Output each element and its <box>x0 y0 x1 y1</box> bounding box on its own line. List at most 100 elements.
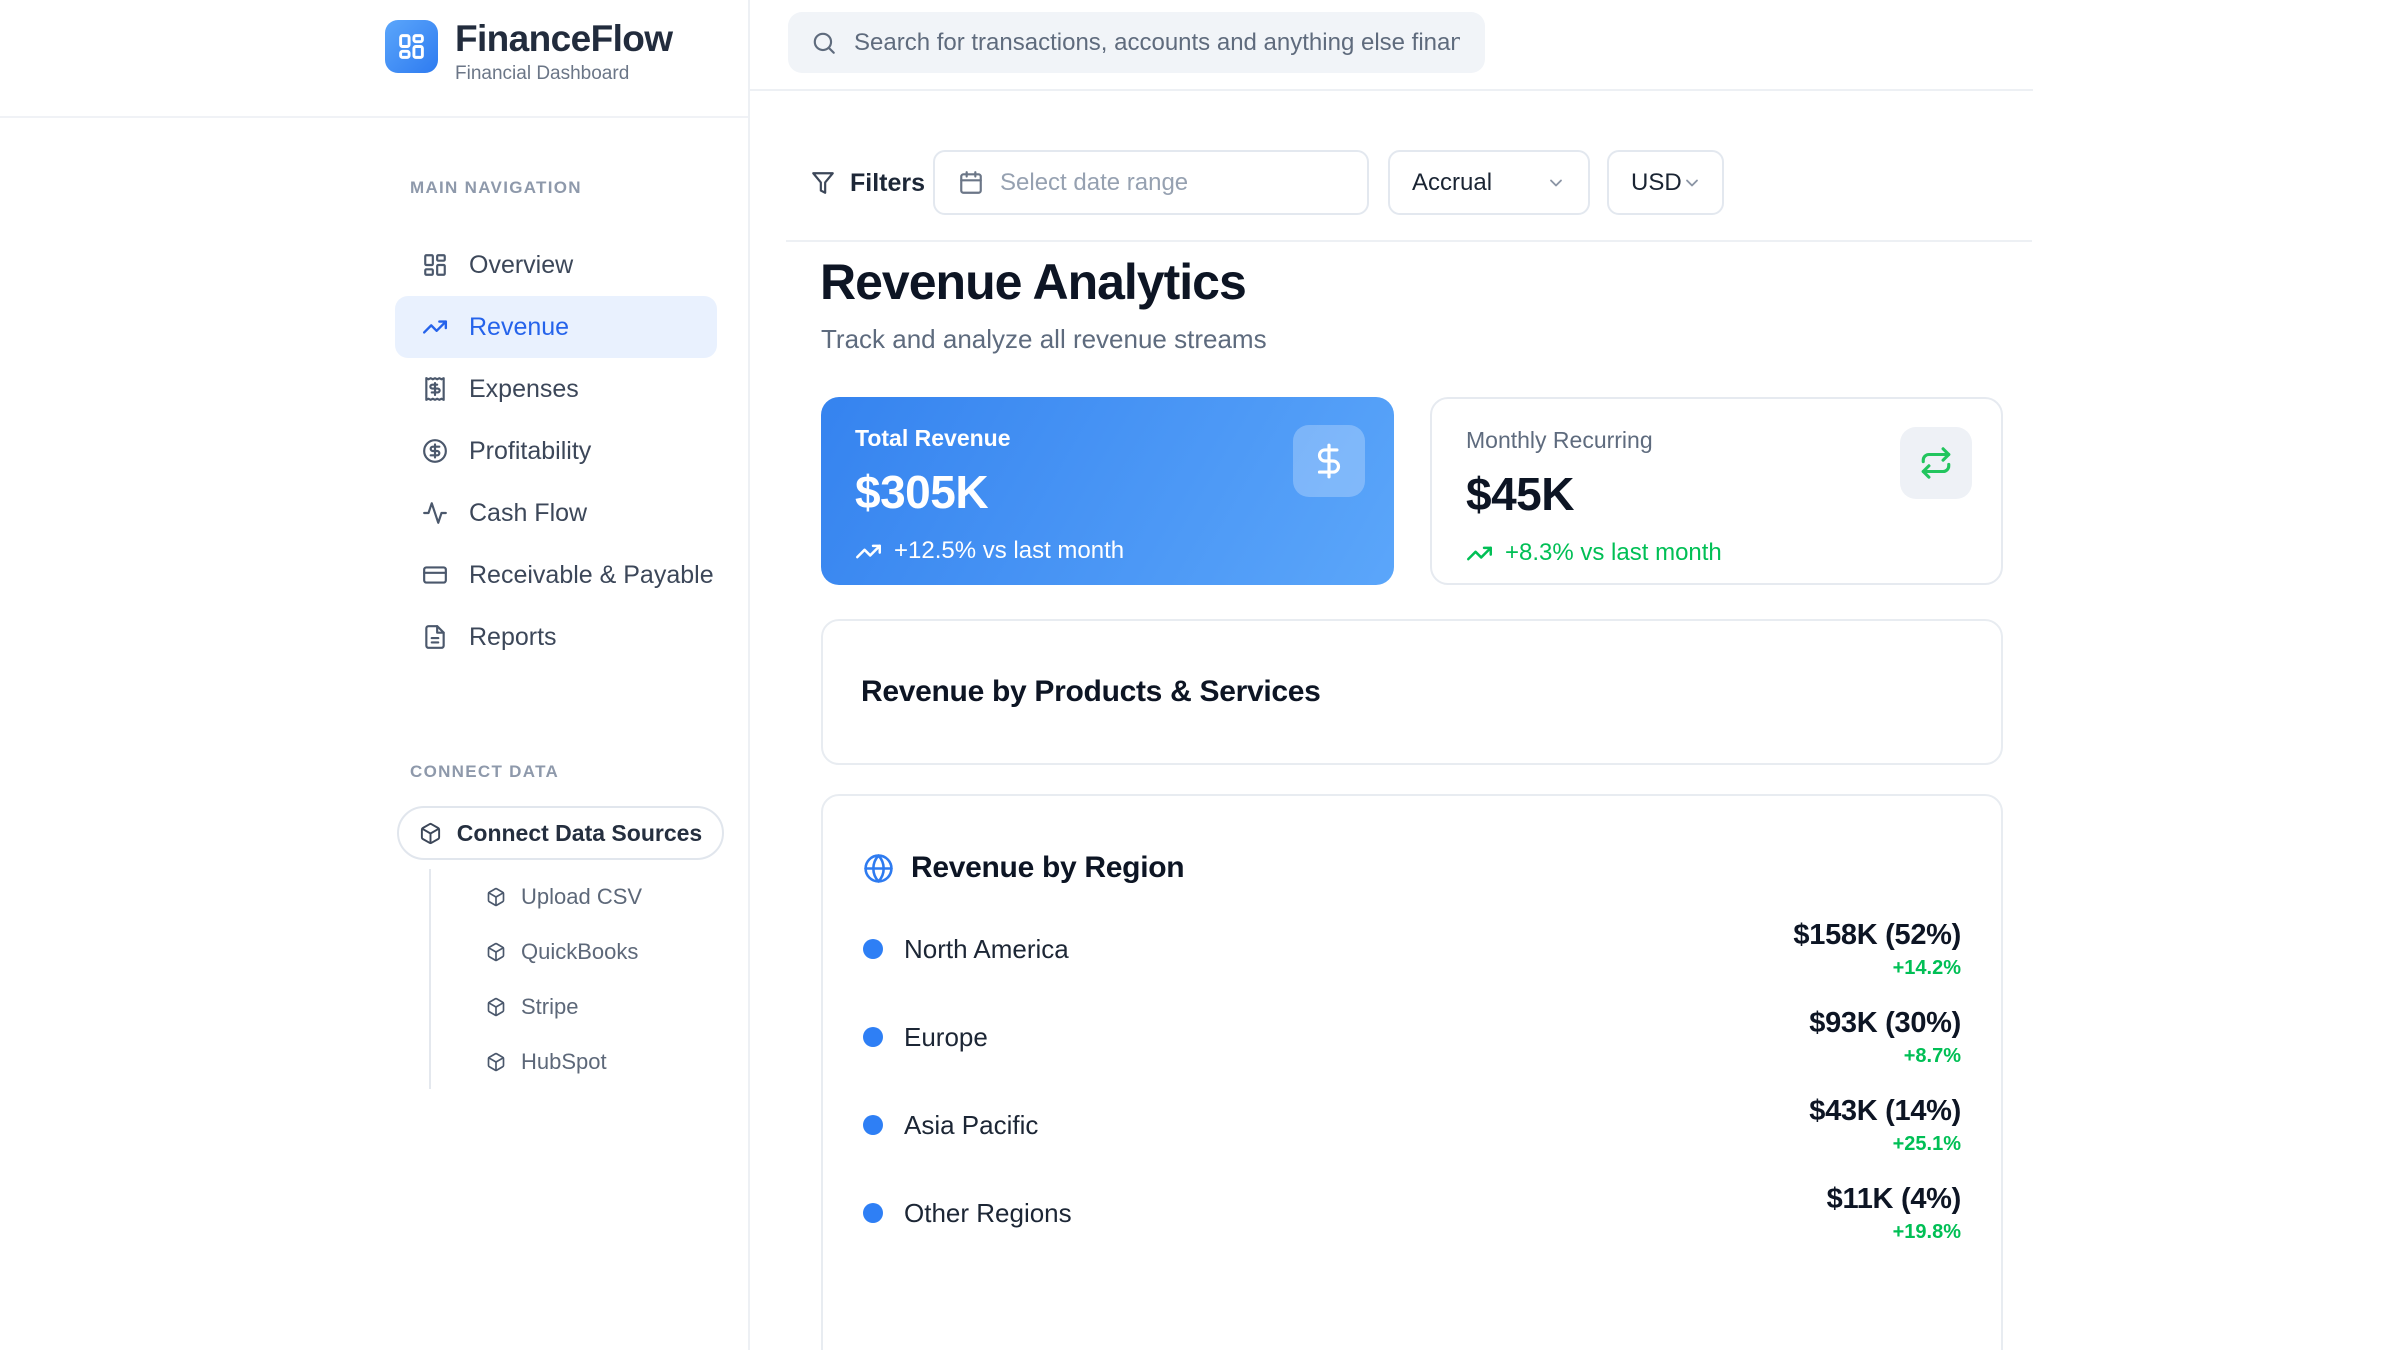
connect-item-upload-csv[interactable]: Upload CSV <box>431 869 642 924</box>
receipt-icon <box>422 376 448 402</box>
region-delta: +25.1% <box>1809 1133 1961 1156</box>
region-delta: +19.8% <box>1827 1221 1961 1244</box>
sidebar-item-expenses[interactable]: Expenses <box>395 358 717 420</box>
sidebar-item-revenue[interactable]: Revenue <box>395 296 717 358</box>
connect-item-label: Stripe <box>521 994 578 1020</box>
app-logo <box>385 20 438 73</box>
date-range-input[interactable]: Select date range <box>933 150 1369 215</box>
stat-delta-text: +8.3% vs last month <box>1505 539 1722 567</box>
dashboard-grid-icon <box>397 32 426 61</box>
trending-up-icon <box>855 538 882 565</box>
region-delta: +14.2% <box>1793 957 1961 980</box>
region-value-group: $43K (14%) +25.1% <box>1809 1095 1961 1156</box>
currency-select[interactable]: USD <box>1607 150 1724 215</box>
stat-card-value: $45K <box>1466 467 1967 521</box>
regions-card-title: Revenue by Region <box>911 851 1184 885</box>
credit-card-icon <box>422 562 448 588</box>
stat-card-delta: +12.5% vs last month <box>855 537 1360 565</box>
sidebar-item-label: Revenue <box>469 313 569 342</box>
connect-item-label: QuickBooks <box>521 939 638 965</box>
funnel-icon <box>810 170 836 196</box>
sidebar-item-reports[interactable]: Reports <box>395 606 717 668</box>
cube-icon <box>486 1052 506 1072</box>
dollar-sign-icon <box>1310 442 1348 480</box>
calendar-icon <box>958 170 984 196</box>
search-input[interactable] <box>852 28 1462 58</box>
filters-label: Filters <box>850 169 925 198</box>
sidebar-item-overview[interactable]: Overview <box>395 234 717 296</box>
connect-item-stripe[interactable]: Stripe <box>431 979 642 1034</box>
revenue-by-products-card: Revenue by Products & Services <box>821 619 2003 765</box>
connect-item-label: HubSpot <box>521 1049 607 1075</box>
sidebar-item-receivable-payable[interactable]: Receivable & Payable <box>395 544 717 606</box>
region-delta: +8.7% <box>1809 1045 1961 1068</box>
connect-item-hubspot[interactable]: HubSpot <box>431 1034 642 1089</box>
accounting-basis-select[interactable]: Accrual <box>1388 150 1590 215</box>
region-label-group: Europe <box>863 1022 988 1053</box>
region-label-group: Other Regions <box>863 1198 1072 1229</box>
sidebar-item-profitability[interactable]: Profitability <box>395 420 717 482</box>
total-revenue-card: Total Revenue $305K +12.5% vs last month <box>821 397 1394 585</box>
connect-data-sources-button[interactable]: Connect Data Sources <box>397 806 724 860</box>
accounting-basis-value: Accrual <box>1412 169 1492 197</box>
region-dot-icon <box>863 939 883 959</box>
currency-value: USD <box>1631 169 1682 197</box>
app-title: FinanceFlow <box>455 20 672 59</box>
page-title: Revenue Analytics <box>820 253 1246 311</box>
nav-section-connect-label: CONNECT DATA <box>410 762 559 782</box>
page-subtitle: Track and analyze all revenue streams <box>821 324 1267 355</box>
region-name: Other Regions <box>904 1198 1072 1229</box>
connect-sources-list: Upload CSV QuickBooks St <box>429 869 642 1089</box>
app-window: FinanceFlow Financial Dashboard MAIN NAV… <box>0 0 2400 1350</box>
dashboard-grid-icon <box>422 252 448 278</box>
region-row-europe: Europe $93K (30%) +8.7% <box>863 993 1961 1081</box>
region-name: North America <box>904 934 1069 965</box>
products-card-title: Revenue by Products & Services <box>861 675 1321 709</box>
sidebar-item-label: Overview <box>469 251 573 280</box>
section-divider <box>786 240 2032 242</box>
regions-card-header: Revenue by Region <box>863 851 1961 885</box>
date-range-placeholder: Select date range <box>1000 169 1188 197</box>
monthly-recurring-card: Monthly Recurring $45K +8.3% vs last mon… <box>1430 397 2003 585</box>
region-value: $93K (30%) <box>1809 1007 1961 1040</box>
region-row-other-regions: Other Regions $11K (4%) +19.8% <box>863 1169 1961 1257</box>
activity-pulse-icon <box>422 500 448 526</box>
trending-up-icon <box>422 314 448 340</box>
chevron-down-icon <box>1546 173 1566 193</box>
brand: FinanceFlow Financial Dashboard <box>385 20 672 85</box>
nav-section-main-label: MAIN NAVIGATION <box>410 178 582 198</box>
stat-card-label: Monthly Recurring <box>1466 427 1967 454</box>
region-row-asia-pacific: Asia Pacific $43K (14%) +25.1% <box>863 1081 1961 1169</box>
stat-card-value: $305K <box>855 465 1360 519</box>
sidebar-header: FinanceFlow Financial Dashboard <box>0 0 748 118</box>
sidebar-item-cash-flow[interactable]: Cash Flow <box>395 482 717 544</box>
region-dot-icon <box>863 1203 883 1223</box>
region-value-group: $158K (52%) +14.2% <box>1793 919 1961 980</box>
brand-text: FinanceFlow Financial Dashboard <box>455 20 672 85</box>
stat-cards-row: Total Revenue $305K +12.5% vs last month <box>821 397 2003 585</box>
search-icon <box>811 30 837 56</box>
region-value: $11K (4%) <box>1827 1183 1961 1216</box>
filters-button[interactable]: Filters <box>810 165 925 201</box>
sidebar-item-label: Cash Flow <box>469 499 587 528</box>
region-label-group: North America <box>863 934 1069 965</box>
trending-up-icon <box>1466 540 1493 567</box>
cube-icon <box>486 942 506 962</box>
repeat-icon <box>1919 446 1953 480</box>
top-bar <box>750 0 2033 91</box>
sidebar-item-label: Receivable & Payable <box>469 561 714 590</box>
regions-list: North America $158K (52%) +14.2% Europe … <box>863 905 1961 1257</box>
region-row-north-america: North America $158K (52%) +14.2% <box>863 905 1961 993</box>
sidebar-item-label: Profitability <box>469 437 591 466</box>
stat-card-label: Total Revenue <box>855 425 1360 452</box>
region-dot-icon <box>863 1027 883 1047</box>
app-tagline: Financial Dashboard <box>455 63 672 85</box>
chevron-down-icon <box>1682 173 1702 193</box>
sidebar-item-label: Expenses <box>469 375 579 404</box>
region-name: Asia Pacific <box>904 1110 1038 1141</box>
stat-card-icon-badge <box>1900 427 1972 499</box>
connect-item-quickbooks[interactable]: QuickBooks <box>431 924 642 979</box>
circle-dollar-icon <box>422 438 448 464</box>
stat-card-delta: +8.3% vs last month <box>1466 539 1967 567</box>
region-value: $43K (14%) <box>1809 1095 1961 1128</box>
